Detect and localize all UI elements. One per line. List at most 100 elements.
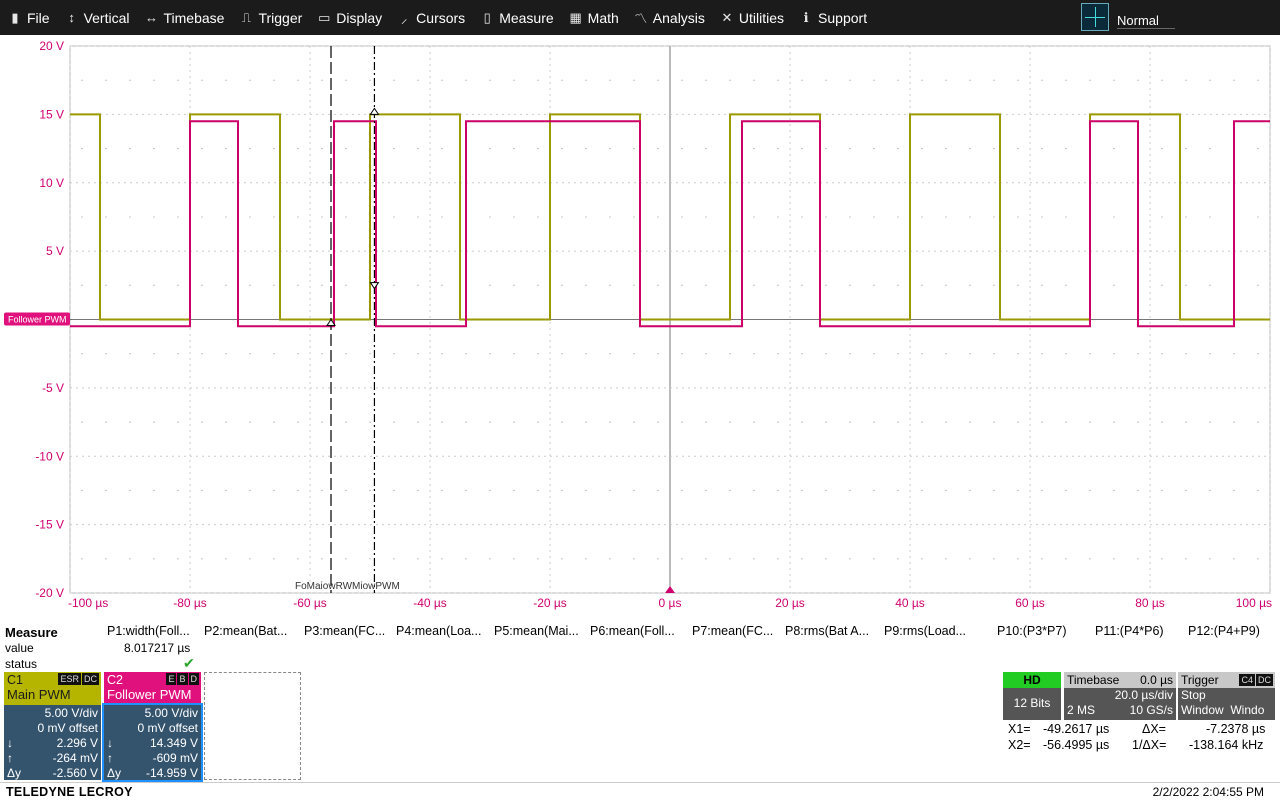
grid-dot xyxy=(129,558,131,560)
grid-dot xyxy=(537,353,539,355)
grid-dot xyxy=(1041,79,1043,81)
grid-dot xyxy=(201,79,203,81)
menu-display[interactable]: ▭ Display xyxy=(309,0,389,35)
grid-dot xyxy=(465,489,467,492)
grid-dot xyxy=(393,147,395,150)
grid-dot xyxy=(609,284,611,286)
grid-dot xyxy=(1065,216,1067,218)
grid-dot xyxy=(225,147,227,150)
measure-param-p1[interactable]: P1:width(Foll... xyxy=(107,624,190,638)
channel-c2-descriptor[interactable]: C2 Follower PWM E B D 5.00 V/div 0 mV of… xyxy=(102,672,203,782)
menu-utilities[interactable]: ✕ Utilities xyxy=(712,0,791,35)
grid-dot xyxy=(177,558,179,560)
grid-dot xyxy=(705,489,707,492)
grid-dot xyxy=(609,489,611,492)
grid-dot xyxy=(705,421,707,423)
measure-param-p5[interactable]: P5:mean(Mai... xyxy=(494,624,579,638)
y-tick-label: 15 V xyxy=(39,107,64,121)
channel-tag: D xyxy=(188,673,199,685)
grid-dot xyxy=(945,558,947,560)
measure-param-p4[interactable]: P4:mean(Loa... xyxy=(396,624,481,638)
grid-dot xyxy=(393,79,395,81)
grid-dot xyxy=(417,79,419,81)
grid-dot xyxy=(201,489,203,492)
grid-dot xyxy=(297,147,299,150)
grid-dot xyxy=(153,421,155,423)
grid-dot xyxy=(1017,421,1019,423)
vertical-icon: ↕ xyxy=(68,10,75,25)
timebase-descriptor[interactable]: Timebase 0.0 µs 20.0 µs/div 2 MS 10 GS/s xyxy=(1064,672,1176,720)
menu-file[interactable]: ▮ File xyxy=(0,0,57,35)
grid-dot xyxy=(777,558,779,560)
grid-dot xyxy=(273,489,275,492)
grid-dot xyxy=(177,79,179,81)
menu-measure[interactable]: ▯ Measure xyxy=(472,0,560,35)
measure-param-p12[interactable]: P12:(P4+P9) xyxy=(1188,624,1260,638)
measure-table: Measure P1:width(Foll... P2:mean(Bat... P3… xyxy=(0,622,1280,672)
trigger-descriptor[interactable]: Trigger C4 DC Stop Window Windo xyxy=(1178,672,1275,720)
grid-dot xyxy=(417,353,419,355)
measure-param-p7[interactable]: P7:mean(FC... xyxy=(692,624,773,638)
grid-dot xyxy=(105,558,107,560)
waveform-grid[interactable]: 20 V15 V10 V5 V0 V-5 V-10 V-15 V-20 V -1… xyxy=(0,35,1280,615)
grid-dot xyxy=(609,421,611,423)
grid-dot xyxy=(417,284,419,286)
grid-dot xyxy=(897,216,899,218)
menu-analysis[interactable]: 〽 Analysis xyxy=(626,0,712,35)
grid-dot xyxy=(729,79,731,81)
grid-dot xyxy=(345,216,347,218)
grid-dot xyxy=(609,147,611,150)
menu-timebase[interactable]: ↔ Timebase xyxy=(136,0,231,35)
grid-dot xyxy=(81,147,83,150)
grid-dot xyxy=(1065,79,1067,81)
grid-dot xyxy=(249,216,251,218)
trigger-position-icon[interactable] xyxy=(665,586,675,593)
grid-dot xyxy=(1137,79,1139,81)
grid-dot xyxy=(753,353,755,355)
grid-dot xyxy=(201,558,203,560)
grid-dot xyxy=(993,353,995,355)
cursor-down-icon: ↓ xyxy=(107,736,113,750)
menu-math[interactable]: ▦ Math xyxy=(561,0,626,35)
grid-dot xyxy=(897,147,899,150)
grid-dot xyxy=(201,147,203,150)
grid-dot xyxy=(1113,489,1115,492)
measure-param-p2[interactable]: P2:mean(Bat... xyxy=(204,624,287,638)
grid-dot xyxy=(1041,147,1043,150)
menu-trigger[interactable]: ⎍ Trigger xyxy=(231,0,309,35)
menu-items: ▮ File ↕ Vertical ↔ Timebase ⎍ Trigger ▭ Display ⸝… xyxy=(0,0,874,35)
empty-descriptor-slot[interactable] xyxy=(204,672,301,780)
measure-param-p3[interactable]: P3:mean(FC... xyxy=(304,624,385,638)
grid-dot xyxy=(513,558,515,560)
menu-label: Cursors xyxy=(416,9,466,26)
trigger-icon: ⎍ xyxy=(241,9,251,25)
channel-c1-descriptor[interactable]: C1 Main PWM ESR DC 5.00 V/div 0 mV offse… xyxy=(4,672,101,780)
grid-dot xyxy=(1209,79,1211,81)
measure-param-p6[interactable]: P6:mean(Foll... xyxy=(590,624,675,638)
measure-title[interactable]: Measure xyxy=(5,625,58,640)
grid-dot xyxy=(489,147,491,150)
grid-dot xyxy=(345,558,347,560)
measure-param-p11[interactable]: P11:(P4*P6) xyxy=(1095,624,1164,638)
hd-descriptor[interactable]: HD 12 Bits xyxy=(1003,672,1061,720)
menu-label: Vertical xyxy=(83,9,130,26)
grid-dot xyxy=(993,284,995,286)
x1-value: -49.2617 µs xyxy=(1043,722,1110,736)
grid-dot xyxy=(585,79,587,81)
waveform-display-icon[interactable] xyxy=(1081,3,1109,31)
measure-param-p8[interactable]: P8:rms(Bat A... xyxy=(785,624,869,638)
menu-bar: ▮ File ↕ Vertical ↔ Timebase ⎍ Trigger ▭ Display ⸝… xyxy=(0,0,1280,35)
grid-dot xyxy=(753,421,755,423)
menu-cursors[interactable]: ⸝ Cursors xyxy=(389,0,472,35)
x-tick-label: 20 µs xyxy=(775,596,805,610)
grid-dot xyxy=(1209,558,1211,560)
grid-dot xyxy=(801,489,803,492)
grid-dot xyxy=(969,79,971,81)
menu-vertical[interactable]: ↕ Vertical xyxy=(57,0,137,35)
menu-support[interactable]: ℹ Support xyxy=(791,0,874,35)
measure-param-p10[interactable]: P10:(P3*P7) xyxy=(997,624,1066,638)
measure-param-p9[interactable]: P9:rms(Load... xyxy=(884,624,966,638)
acquisition-mode[interactable]: Normal xyxy=(1117,13,1175,29)
grid-dot xyxy=(153,353,155,355)
grid-dot xyxy=(969,421,971,423)
